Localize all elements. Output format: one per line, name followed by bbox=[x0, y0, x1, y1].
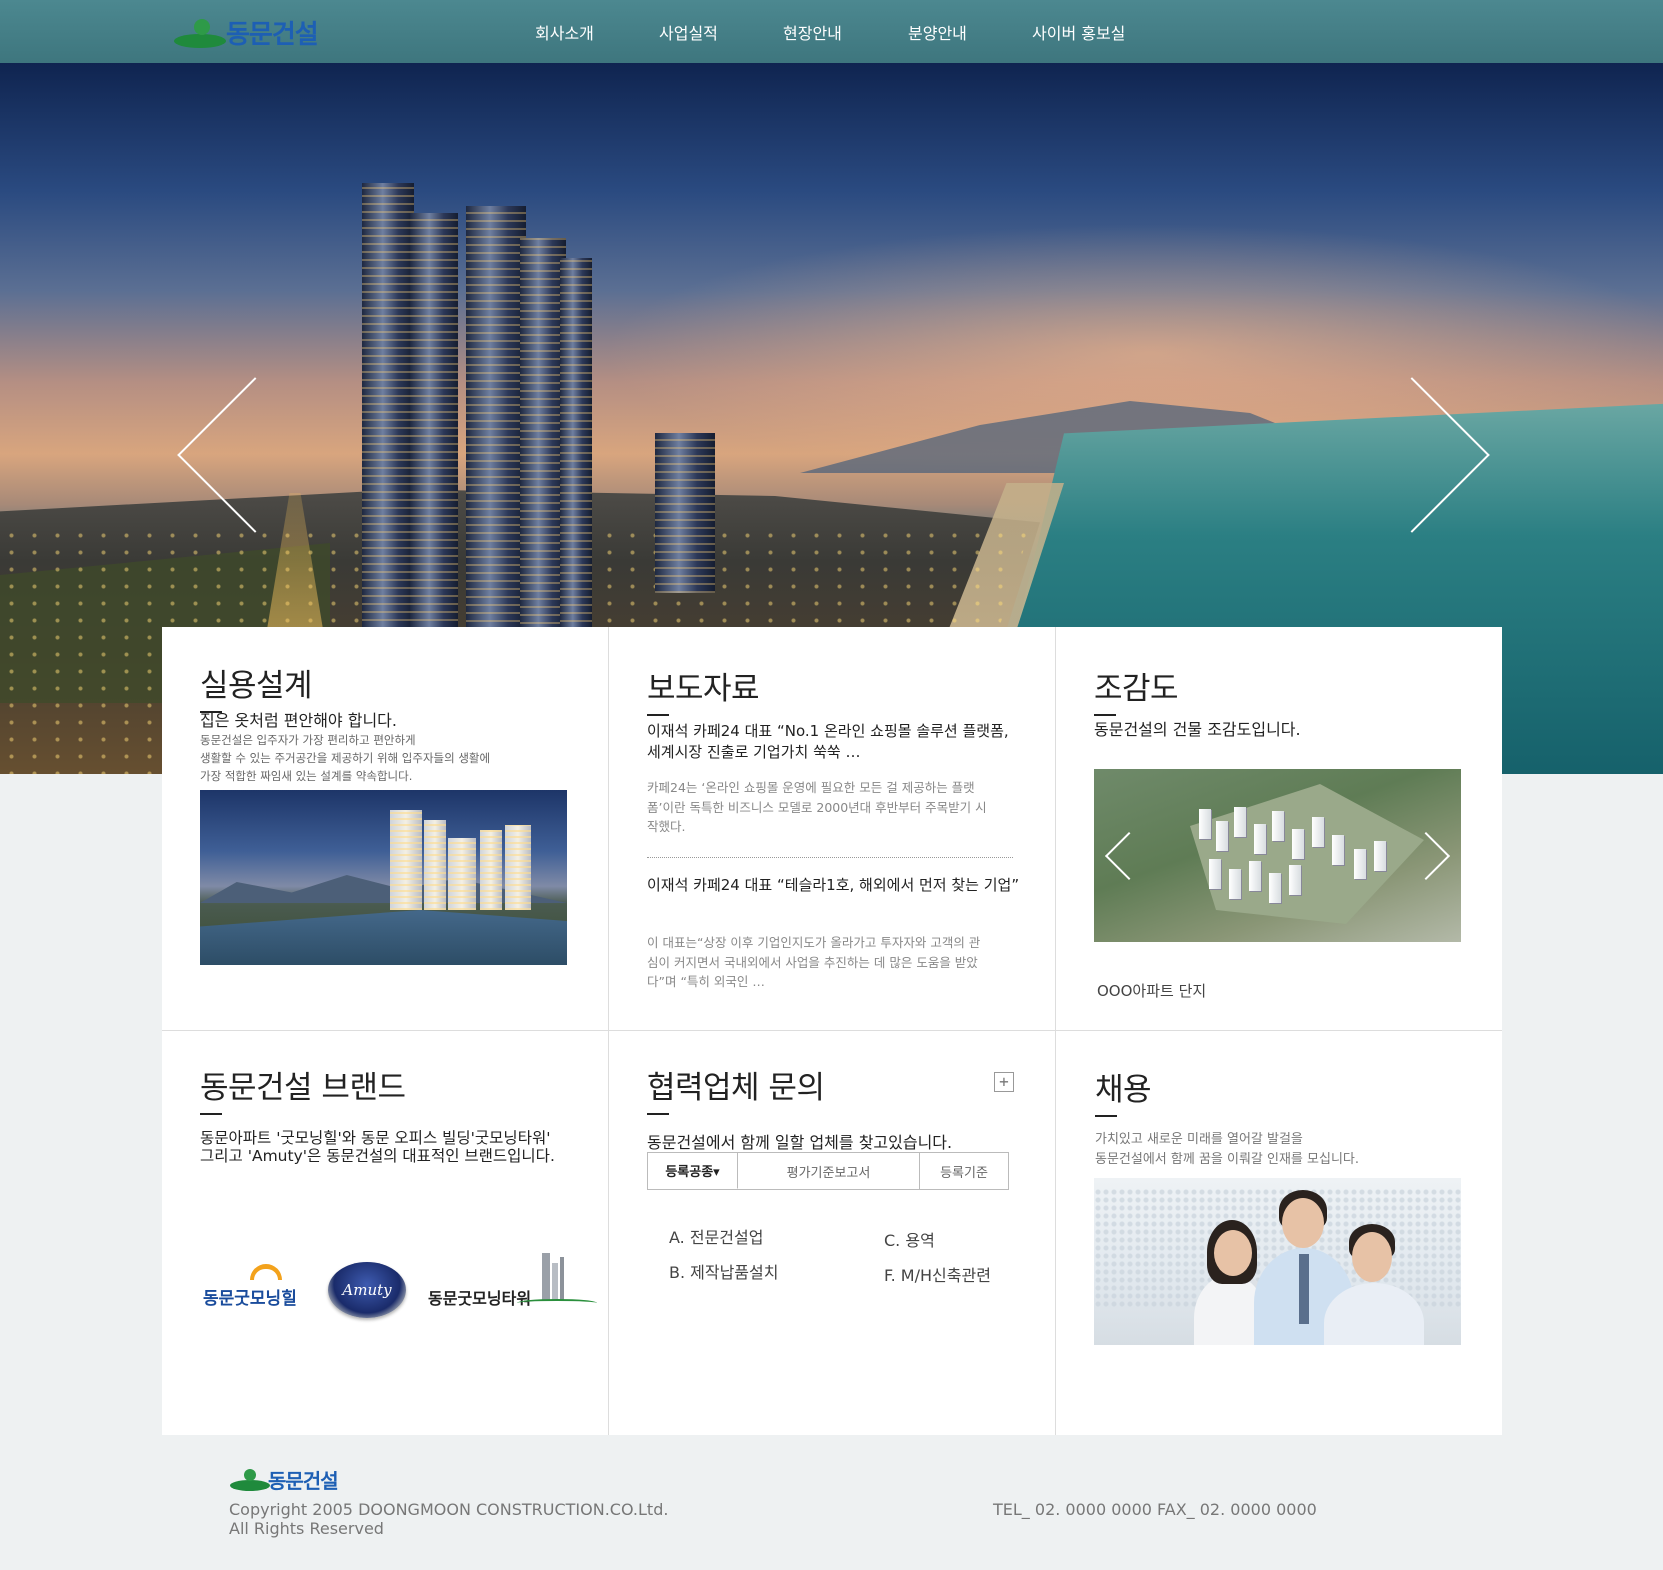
nav-cyber-pr[interactable]: 사이버 홍보실 bbox=[1032, 20, 1125, 44]
logo-mark-icon bbox=[228, 1467, 272, 1493]
brand-logo-amuty[interactable]: Amuty bbox=[328, 1262, 406, 1318]
news-item-1-title[interactable]: 이재석 카페24 대표 “No.1 온라인 쇼핑몰 솔루션 플랫폼, 세계시장 … bbox=[647, 721, 1009, 763]
logo-text: 동문건설 bbox=[226, 20, 319, 50]
partner-tabs: 등록공종▾ 평가기준보고서 등록기준 bbox=[647, 1152, 1009, 1190]
category-item[interactable]: F. M/H신축관련 bbox=[884, 1262, 991, 1286]
brand-logo-goodmorning-tower[interactable]: 동문굿모닝타워 bbox=[428, 1285, 531, 1309]
footer-copyright: Copyright 2005 DOONGMOON CONSTRUCTION.CO… bbox=[229, 1500, 669, 1538]
nav-sales-info[interactable]: 분양안내 bbox=[908, 20, 967, 44]
tower-icon bbox=[542, 1253, 550, 1301]
panel-birdseye: 조감도 동문건설의 건물 조감도입니다. OOO아파트 단지 bbox=[1056, 627, 1503, 1031]
aerial-photo[interactable] bbox=[1094, 769, 1461, 942]
category-item[interactable]: A. 전문건설업 bbox=[669, 1224, 763, 1248]
panel-title[interactable]: 실용설계 bbox=[200, 660, 313, 713]
panel-title[interactable]: 조감도 bbox=[1094, 663, 1179, 716]
brand-logo-goodmorning-hill[interactable]: 동문굿모닝힐 bbox=[203, 1284, 297, 1309]
panel-press: 보도자료 이재석 카페24 대표 “No.1 온라인 쇼핑몰 솔루션 플랫폼, … bbox=[609, 627, 1056, 1031]
panel-title[interactable]: 협력업체 문의 bbox=[647, 1062, 825, 1115]
content-grid: 실용설계 집은 옷처럼 편안해야 합니다. 동문건설은 입주자가 가장 편리하고… bbox=[162, 627, 1502, 1435]
news-item-2-title[interactable]: 이재석 카페24 대표 “테슬라1호, 해외에서 먼저 찾는 기업” bbox=[647, 875, 1019, 896]
panel-design: 실용설계 집은 옷처럼 편안해야 합니다. 동문건설은 입주자가 가장 편리하고… bbox=[162, 627, 609, 1031]
nav-performance[interactable]: 사업실적 bbox=[659, 20, 718, 44]
logo-mark-icon bbox=[172, 15, 230, 51]
site-logo[interactable]: 동문건설 bbox=[172, 14, 319, 51]
panel-partner: 협력업체 문의 동문건설에서 함께 일할 업체를 찾고있습니다. 등록공종▾ 평… bbox=[609, 1031, 1056, 1435]
panel-recruit: 채용 가치있고 새로운 미래를 열어갈 발걸을 동문건설에서 함께 꿈을 이뤄갈… bbox=[1056, 1031, 1503, 1435]
panel-description: 동문건설은 입주자가 가장 편리하고 편안하게 생활할 수 있는 주거공간을 제… bbox=[200, 733, 491, 783]
panel-description: 동문아파트 '굿모닝힐'와 동문 오피스 빌딩'굿모닝타워' 그리고 'Amut… bbox=[200, 1129, 555, 1165]
footer-logo[interactable]: 동문건설 bbox=[228, 1465, 339, 1494]
tab-evaluation-report[interactable]: 평가기준보고서 bbox=[738, 1153, 920, 1189]
panel-brand: 동문건설 브랜드 동문아파트 '굿모닝힐'와 동문 오피스 빌딩'굿모닝타워' … bbox=[162, 1031, 609, 1435]
news-item-2-body: 이 대표는“상장 이후 기업인지도가 올라가고 투자자와 고객의 관 심이 커지… bbox=[647, 935, 981, 989]
footer-contact: TEL_ 02. 0000 0000 FAX_ 02. 0000 0000 bbox=[993, 1500, 1317, 1519]
panel-subtitle: 동문건설에서 함께 일할 업체를 찾고있습니다. bbox=[647, 1133, 953, 1152]
category-item[interactable]: C. 용역 bbox=[884, 1227, 935, 1251]
panel-subtitle: 동문건설의 건물 조감도입니다. bbox=[1094, 720, 1301, 739]
panel-title[interactable]: 동문건설 브랜드 bbox=[200, 1062, 406, 1115]
nav-company[interactable]: 회사소개 bbox=[535, 20, 594, 44]
panel-subtitle: 집은 옷처럼 편안해야 합니다. bbox=[200, 711, 397, 730]
recruit-photo[interactable] bbox=[1094, 1178, 1461, 1345]
tab-registered-trades[interactable]: 등록공종▾ bbox=[648, 1153, 738, 1189]
panel-title[interactable]: 채용 bbox=[1095, 1064, 1152, 1117]
footer-logo-text: 동문건설 bbox=[268, 1469, 339, 1493]
header-bar: 동문건설 회사소개 사업실적 현장안내 분양안내 사이버 홍보실 bbox=[0, 0, 1663, 63]
category-item[interactable]: B. 제작납품설치 bbox=[669, 1259, 778, 1283]
plus-icon[interactable]: + bbox=[994, 1072, 1014, 1092]
aerial-caption: OOO아파트 단지 bbox=[1097, 982, 1207, 1000]
panel-title[interactable]: 보도자료 bbox=[647, 663, 760, 716]
aerial-prev-icon[interactable] bbox=[1104, 831, 1154, 881]
news-divider bbox=[647, 857, 1013, 858]
tab-registration-criteria[interactable]: 등록기준 bbox=[920, 1153, 1008, 1189]
news-item-1-body: 카페24는 ‘온라인 쇼핑몰 운영에 필요한 모든 걸 제공하는 플랫 폼’이란… bbox=[647, 780, 987, 834]
nav-site-info[interactable]: 현장안내 bbox=[783, 20, 842, 44]
panel-description: 가치있고 새로운 미래를 열어갈 발걸을 동문건설에서 함께 꿈을 이뤄갈 인재… bbox=[1095, 1132, 1359, 1167]
design-photo[interactable] bbox=[200, 790, 567, 965]
